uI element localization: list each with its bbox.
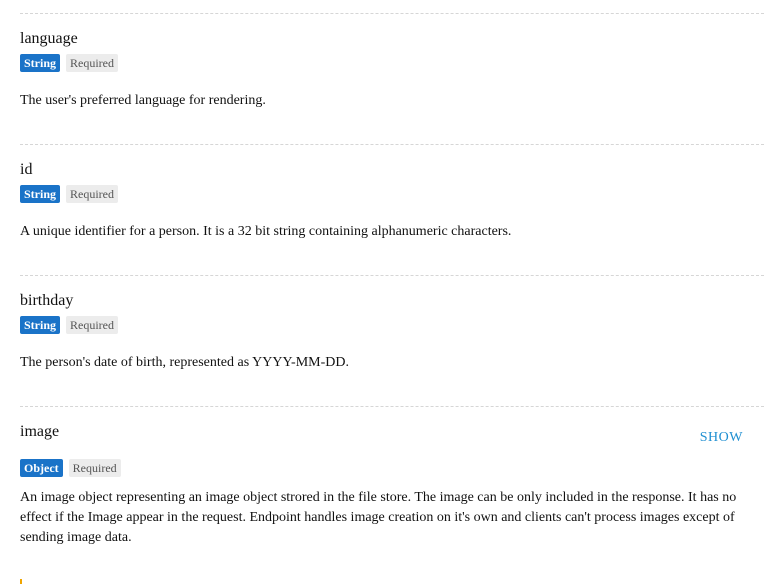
property-badges: String Required	[20, 315, 764, 335]
divider	[20, 13, 764, 14]
type-badge: String	[20, 54, 61, 72]
property-name: birthday	[20, 292, 74, 309]
required-badge: Required	[68, 459, 121, 477]
type-badge: Object	[20, 459, 63, 477]
required-badge: Required	[66, 185, 119, 203]
property-birthday: birthday String Required The person's da…	[20, 291, 764, 373]
property-description: A unique identifier for a person. It is …	[20, 224, 512, 239]
divider	[20, 406, 764, 407]
divider	[20, 144, 764, 145]
property-badges: String Required	[20, 184, 764, 204]
property-badges: String Required	[20, 53, 764, 73]
property-description: The user's preferred language for render…	[20, 93, 266, 108]
type-badge: String	[20, 185, 61, 203]
property-id: id String Required A unique identifier f…	[20, 160, 764, 242]
property-description: An image object representing an image ob…	[20, 490, 737, 545]
property-language: language String Required The user's pref…	[20, 29, 764, 111]
required-badge: Required	[66, 316, 119, 334]
type-badge: String	[20, 316, 61, 334]
property-description: The person's date of birth, represented …	[20, 355, 349, 370]
show-toggle-link[interactable]: SHOW	[700, 430, 743, 446]
property-image: image SHOW Object Required An image obje…	[20, 422, 764, 548]
required-badge: Required	[66, 54, 119, 72]
property-name: image	[20, 423, 60, 440]
property-name: language	[20, 30, 78, 47]
property-badges: Object Required	[20, 458, 764, 478]
nested-indicator-bar	[20, 579, 22, 584]
divider	[20, 275, 764, 276]
property-name: id	[20, 161, 33, 178]
